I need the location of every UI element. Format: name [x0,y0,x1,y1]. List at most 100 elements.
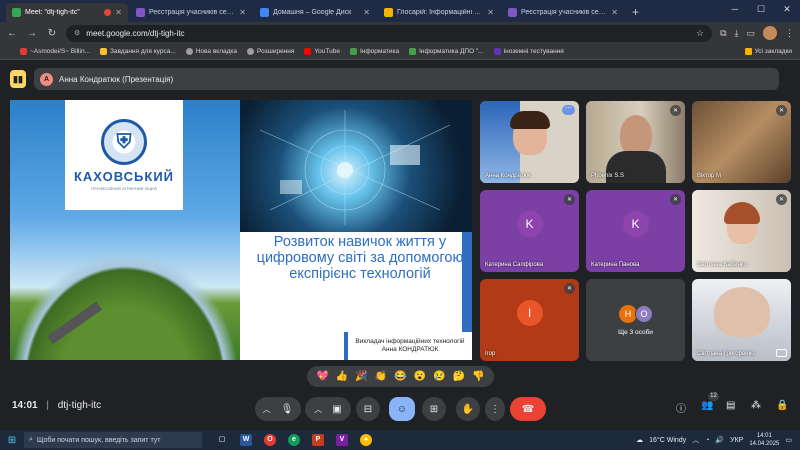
present-button[interactable]: ⊞ [422,397,446,421]
participant-tile[interactable]: ✕ Світлана Бабенко [692,190,791,272]
reaction-party[interactable]: 🎉 [355,371,367,382]
forms-favicon-icon [136,8,145,17]
tab-registration-2[interactable]: Реєстрація учасників семінару ✕ [502,3,624,22]
raise-hand-button[interactable]: ✋ [456,397,480,421]
opera-icon[interactable]: O [264,434,276,446]
close-icon[interactable]: ✕ [239,8,246,17]
activities-icon[interactable]: ⁂ [751,400,761,411]
participant-tile[interactable]: Світлана Григоренко [692,279,791,361]
reaction-heart[interactable]: 💖 [316,371,328,382]
reaction-clap[interactable]: 👏 [375,371,387,382]
powerpoint-icon[interactable]: P [312,434,324,446]
reaction-surprised[interactable]: 😮 [414,371,426,382]
presenter-label: Анна Кондратюк (Презентація) [59,74,174,84]
presentation-icon[interactable]: ▮▮ [10,70,26,88]
notifications-icon[interactable]: ▭ [785,436,792,444]
task-view-icon[interactable]: ▢ [216,434,228,446]
windows-start-icon[interactable]: ⊞ [0,435,24,446]
chevron-up-icon[interactable]: ︿ [314,404,322,415]
reaction-sad[interactable]: 😢 [433,371,445,382]
close-window-icon[interactable]: ✕ [774,0,800,18]
close-icon[interactable]: ✕ [363,8,370,17]
more-options-button[interactable]: ⋮ [485,397,505,421]
host-controls-icon[interactable]: 🔒 [776,400,788,411]
meeting-code: dtj-tigh-itc [57,400,102,411]
reload-icon[interactable]: ↻ [46,28,58,39]
tab-google-drive[interactable]: Домашня – Google Диск ✕ [254,3,376,22]
minimize-icon[interactable]: ─ [722,0,748,18]
forms-favicon-icon [508,8,517,17]
participant-tile[interactable]: ✕ Phoenix S.S [586,101,685,183]
weather-text[interactable]: 16°C Windy [649,437,686,444]
tab-title: Домашня – Google Диск [273,9,352,16]
weather-icon[interactable]: ☁ [636,436,643,444]
reaction-laugh[interactable]: 😂 [394,371,406,382]
bookmark-item[interactable]: ~Asmodei/S~ Billin... [20,48,90,55]
participant-tile[interactable]: ✕ Віктор М [692,101,791,183]
microphone-icon[interactable]: 🎙 [281,404,294,415]
tab-registration-1[interactable]: Реєстрація учасників семінару ✕ [130,3,252,22]
site-info-icon[interactable]: ⚙ [74,29,80,37]
participant-name: Світлана Бабенко [697,262,747,268]
app-icon[interactable]: V [336,434,348,446]
participant-tile[interactable]: I ✕ Ігор [480,279,579,361]
extensions-icon[interactable]: ⧉ [720,28,726,39]
taskbar-search[interactable]: ⌕ Щоби почати пошук, введіть запит тут [24,432,202,448]
bookmark-item[interactable]: іноземні тестування [493,48,564,55]
sidepanel-icon[interactable]: ▭ [746,28,755,39]
participant-avatar: K [516,211,543,238]
camera-control[interactable]: ︿ ▣ [305,397,351,421]
captions-button[interactable]: ⊟ [356,397,380,421]
chat-icon[interactable]: ▤ [726,400,735,411]
url-bar[interactable]: ⚙ meet.google.com/dtj-tigh-itc ☆ [66,24,713,42]
bookmark-item[interactable]: Завдання для курса... [99,48,176,55]
chrome-icon[interactable]: ● [360,434,372,446]
tab-glossary[interactable]: Глосарій: Інформаційні мов ✕ [378,3,500,22]
participant-tile[interactable]: ⋯ Анна Кондратюк [480,101,579,183]
profile-avatar[interactable] [763,26,777,40]
close-icon[interactable]: ✕ [115,8,122,17]
bookmark-item[interactable]: Інформатика ДПО "... [409,48,484,55]
bookmark-item[interactable]: Розширення [247,48,294,55]
reaction-thinking[interactable]: 🤔 [453,371,465,382]
language-indicator[interactable]: УКР [730,437,743,444]
maximize-icon[interactable]: ☐ [748,0,774,18]
close-icon[interactable]: ✕ [611,8,618,17]
clock[interactable]: 14:01 14.04.2025 [749,432,779,448]
menu-kebab-icon[interactable]: ⋮ [785,28,794,39]
participant-tile[interactable]: K ✕ Катерина Панова [586,190,685,272]
download-icon[interactable]: ⤓ [735,28,739,39]
people-icon[interactable]: 👥 [701,400,713,411]
bookmark-item[interactable]: Інформатика [349,48,399,55]
reaction-thumbs-up[interactable]: 👍 [336,371,348,382]
bookmark-item[interactable]: YouTube [304,48,340,55]
presenter-avatar: А [40,72,53,86]
new-tab-button[interactable]: + [626,5,645,22]
participant-tile[interactable]: K ✕ Катерина Сапфірова [480,190,579,272]
microphone-control[interactable]: ︿ 🎙 [255,397,301,421]
edge-icon[interactable]: e [288,434,300,446]
reaction-thumbs-down[interactable]: 👎 [472,371,484,382]
forward-icon[interactable]: → [26,28,38,39]
presenter-bar[interactable]: А Анна Кондратюк (Презентація) [34,68,779,90]
browser-tab-strip: Meet: "dtj-tigh-itc" ✕ Реєстрація учасни… [0,0,800,22]
close-icon[interactable]: ✕ [487,8,494,17]
network-icon[interactable]: ◔ [705,437,709,444]
tab-meet[interactable]: Meet: "dtj-tigh-itc" ✕ [6,3,128,22]
more-options-icon[interactable]: ⋯ [562,105,575,115]
all-bookmarks[interactable]: Усі закладки [744,48,792,55]
info-icon[interactable]: ⓘ [676,400,686,415]
bookmark-star-icon[interactable]: ☆ [696,28,704,39]
camera-icon[interactable]: ▣ [332,404,341,415]
chevron-up-icon[interactable]: ︿ [263,404,271,415]
leave-call-button[interactable]: ☎ [510,397,546,421]
more-participants-tile[interactable]: Н О Ще 3 особи [586,279,685,361]
tray-chevron-icon[interactable]: ︿ [692,435,699,445]
tab-title: Meet: "dtj-tigh-itc" [25,9,80,16]
word-icon[interactable]: W [240,434,252,446]
reactions-button[interactable]: ☺ [389,397,415,421]
meeting-info: 14:01 | dtj-tigh-itc [12,400,102,411]
back-icon[interactable]: ← [6,28,18,39]
bookmark-item[interactable]: Нова вкладка [185,48,237,55]
volume-icon[interactable]: 🔊 [715,436,724,444]
